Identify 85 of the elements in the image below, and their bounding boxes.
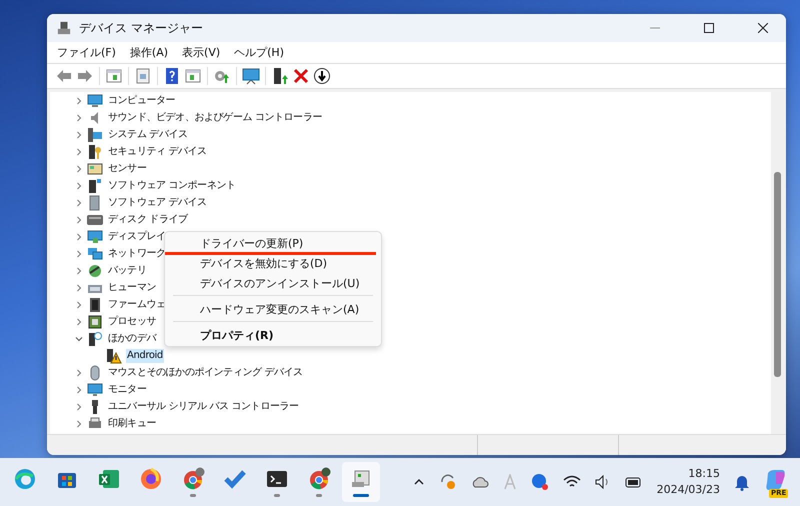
network-icon <box>87 246 103 262</box>
expand-chevron-icon[interactable] <box>75 130 83 138</box>
expand-chevron-icon[interactable] <box>75 114 83 122</box>
tree-item[interactable]: プロセッサ <box>107 314 158 328</box>
processor-icon <box>87 314 103 330</box>
expand-chevron-icon[interactable] <box>75 318 83 326</box>
menu-item[interactable]: ファイル(F) <box>51 43 122 62</box>
tree-item[interactable]: ディスク ドライブ <box>107 212 189 226</box>
collapse-chevron-icon[interactable] <box>75 334 83 342</box>
tree-item[interactable]: 印刷キュー <box>107 416 158 430</box>
monitor-scan-icon[interactable] <box>242 67 260 85</box>
cloud-icon[interactable] <box>470 475 489 489</box>
menu-item[interactable]: ドライバーの更新(P) <box>165 233 381 253</box>
battery-icon[interactable] <box>624 475 643 489</box>
tree-item[interactable]: システム デバイス <box>107 128 189 142</box>
tree-item[interactable]: Android <box>126 348 164 362</box>
tree-item[interactable]: ネットワーク <box>107 246 167 260</box>
tree-item[interactable]: バッテリ <box>107 264 148 278</box>
expand-chevron-icon[interactable] <box>75 386 83 394</box>
device-add-icon[interactable] <box>271 67 289 85</box>
tree-item[interactable]: モニター <box>107 382 148 396</box>
help-icon[interactable] <box>163 67 181 85</box>
expand-chevron-icon[interactable] <box>75 216 83 224</box>
expand-chevron-icon[interactable] <box>75 402 83 410</box>
expand-chevron-icon[interactable] <box>75 300 83 308</box>
computer-icon <box>87 126 103 142</box>
chip-icon <box>87 296 103 312</box>
menu-item[interactable]: ハードウェア変更のスキャン(A) <box>165 299 381 319</box>
wifi-icon[interactable] <box>562 475 581 489</box>
spreadsheet-icon <box>97 467 121 491</box>
clock-time[interactable]: 18:15 <box>688 466 720 482</box>
tree-item[interactable]: センサー <box>107 162 148 176</box>
expand-chevron-icon[interactable] <box>75 250 83 258</box>
menu-item[interactable]: プロパティ(R) <box>165 325 381 345</box>
device-manager-icon <box>57 21 71 35</box>
tree-item[interactable]: ソフトウェア デバイス <box>107 196 208 210</box>
maximize-icon <box>704 23 714 33</box>
monitor-icon <box>87 382 103 398</box>
expand-chevron-icon[interactable] <box>75 284 83 292</box>
expand-chevron-icon[interactable] <box>75 96 83 104</box>
tree-item[interactable]: ソフトウェア コンポーネント <box>107 178 237 192</box>
monitor-icon <box>87 92 103 108</box>
forward-arrow-icon[interactable] <box>76 67 94 85</box>
battery-plug-icon <box>87 262 103 278</box>
tree-item[interactable]: ヒューマン <box>107 280 158 294</box>
bell-icon[interactable] <box>734 473 750 491</box>
window-panel-icon[interactable] <box>105 67 123 85</box>
menu-item[interactable]: デバイスを無効にする(D) <box>165 253 381 273</box>
expand-chevron-icon[interactable] <box>75 182 83 190</box>
tree-item[interactable]: サウンド、ビデオ、およびゲーム コントローラー <box>107 110 323 124</box>
menu-item[interactable]: 操作(A) <box>124 43 174 62</box>
scrollbar-thumb[interactable] <box>774 172 780 377</box>
expand-chevron-icon[interactable] <box>75 198 83 206</box>
tree-item[interactable]: セキュリティ デバイス <box>107 144 208 158</box>
window-title: デバイス マネージャー <box>79 20 204 36</box>
expand-chevron-icon[interactable] <box>75 368 83 376</box>
tree-item[interactable]: ほかのデバ <box>107 332 158 346</box>
download-circle-icon[interactable] <box>313 67 331 85</box>
taskbar-app-button[interactable] <box>342 462 380 502</box>
expand-chevron-icon[interactable] <box>75 148 83 156</box>
document-icon[interactable] <box>134 67 152 85</box>
chrome-badge-icon <box>307 467 331 491</box>
close-icon <box>758 23 768 33</box>
monitor-icon <box>87 228 103 244</box>
warning-device-icon <box>106 348 122 364</box>
menu-item[interactable]: 表示(V) <box>176 43 226 62</box>
close-icon[interactable] <box>292 67 310 85</box>
menu-item[interactable]: ヘルプ(H) <box>228 43 290 62</box>
menu-item[interactable]: デバイスのアンインストール(U) <box>165 273 381 293</box>
key-device-icon <box>87 144 103 160</box>
expand-chevron-icon[interactable] <box>75 232 83 240</box>
window-panel-icon[interactable] <box>184 67 202 85</box>
clock-date[interactable]: 2024/03/23 <box>656 482 720 498</box>
tree-item[interactable]: マウスとそのほかのポインティング デバイス <box>107 366 304 380</box>
sensor-board-icon <box>87 160 103 176</box>
unknown-device-icon <box>87 330 103 346</box>
device-tower-icon <box>87 178 103 194</box>
expand-chevron-icon[interactable] <box>75 266 83 274</box>
chrome-badge-icon <box>181 467 205 491</box>
expand-chevron-icon[interactable] <box>75 420 83 428</box>
tree-item[interactable]: コンピューター <box>107 94 176 108</box>
tree-item[interactable]: ファームウェ <box>107 298 167 312</box>
expand-chevron-icon[interactable] <box>75 164 83 172</box>
tree-item[interactable]: ユニバーサル シリアル バス コントローラー <box>107 400 300 414</box>
tree-item[interactable]: ディスプレイ <box>107 230 167 244</box>
